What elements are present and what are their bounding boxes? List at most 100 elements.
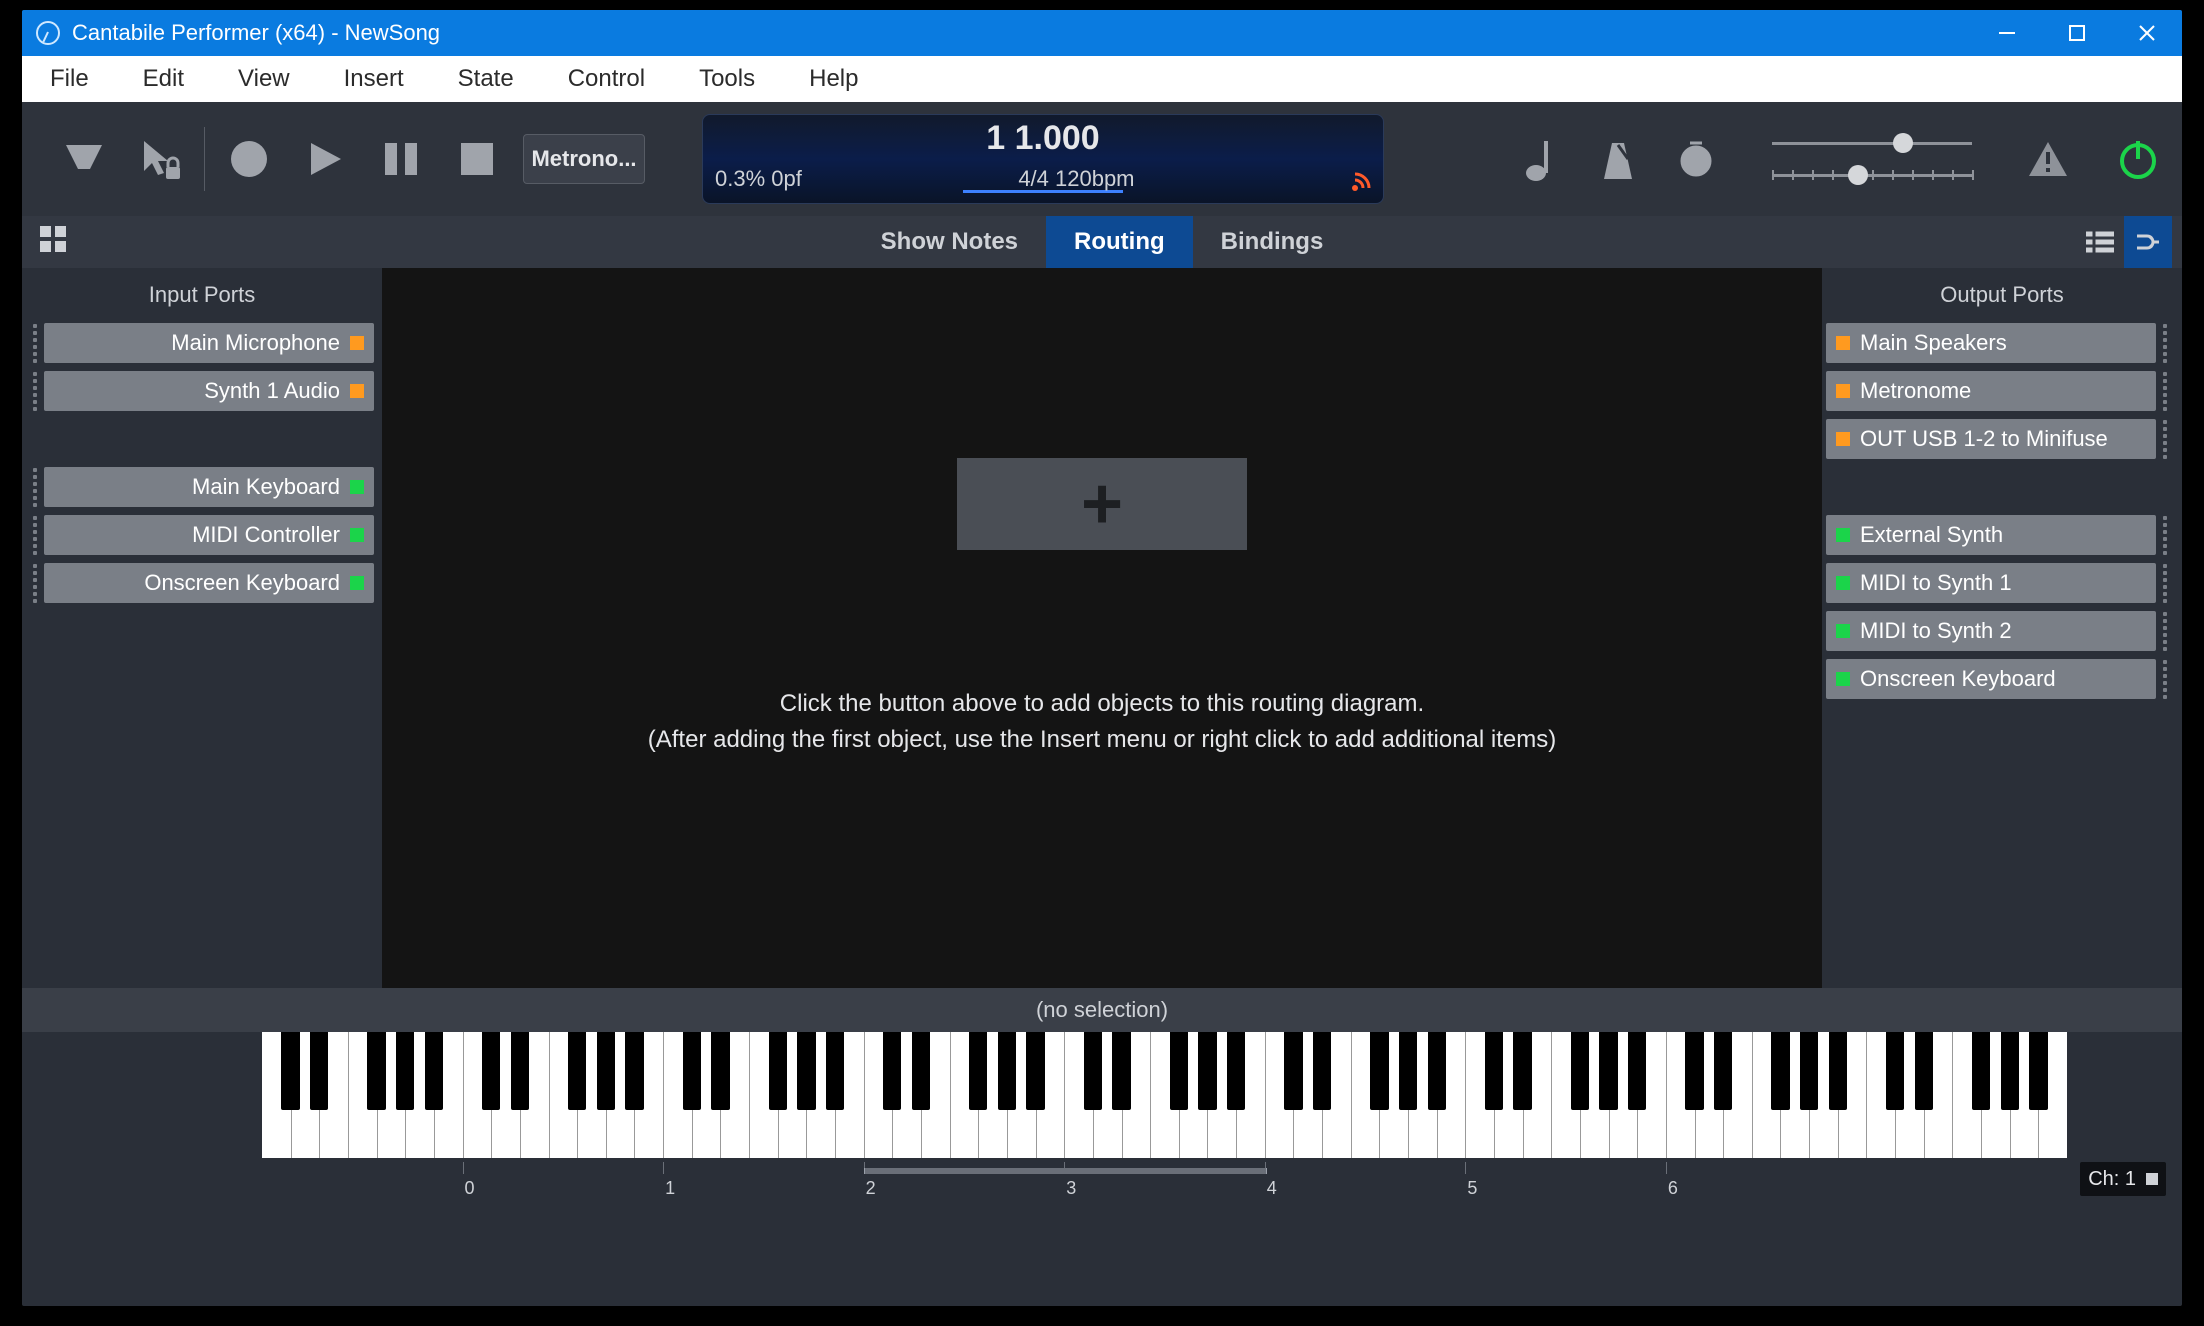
black-key[interactable]: [1771, 1032, 1789, 1110]
list-view-icon[interactable]: [2076, 216, 2124, 268]
close-button[interactable]: [2112, 10, 2182, 56]
menu-help[interactable]: Help: [809, 65, 858, 93]
menu-state[interactable]: State: [458, 65, 514, 93]
black-key[interactable]: [568, 1032, 586, 1110]
black-key[interactable]: [1084, 1032, 1102, 1110]
black-key[interactable]: [1829, 1032, 1847, 1110]
black-key[interactable]: [1284, 1032, 1302, 1110]
black-key[interactable]: [1513, 1032, 1531, 1110]
warning-icon[interactable]: [2024, 135, 2072, 183]
note-icon[interactable]: [1524, 139, 1564, 179]
port-row[interactable]: MIDI to Synth 2: [1826, 608, 2174, 654]
keyboard-range-slider[interactable]: [864, 1168, 1267, 1174]
black-key[interactable]: [1112, 1032, 1130, 1110]
black-key[interactable]: [1198, 1032, 1216, 1110]
metronome-chip[interactable]: Metrono...: [523, 134, 645, 184]
black-key[interactable]: [1714, 1032, 1732, 1110]
record-button[interactable]: [225, 135, 273, 183]
tab-routing[interactable]: Routing: [1046, 216, 1193, 268]
port-chip[interactable]: Metronome: [1826, 371, 2156, 411]
black-key[interactable]: [396, 1032, 414, 1110]
port-row[interactable]: MIDI Controller: [26, 512, 374, 558]
menu-file[interactable]: File: [50, 65, 89, 93]
minimize-button[interactable]: [1972, 10, 2042, 56]
port-chip[interactable]: OUT USB 1-2 to Minifuse: [1826, 419, 2156, 459]
port-row[interactable]: Onscreen Keyboard: [1826, 656, 2174, 702]
routing-diagram-icon[interactable]: [2124, 216, 2172, 268]
black-key[interactable]: [1485, 1032, 1503, 1110]
black-key[interactable]: [1026, 1032, 1044, 1110]
black-key[interactable]: [826, 1032, 844, 1110]
black-key[interactable]: [883, 1032, 901, 1110]
port-chip[interactable]: MIDI to Synth 2: [1826, 611, 2156, 651]
black-key[interactable]: [912, 1032, 930, 1110]
transport-status-panel[interactable]: 1 1.000 0.3% 0pf 4/4 120bpm: [702, 114, 1384, 204]
menu-view[interactable]: View: [238, 65, 290, 93]
tab-bindings[interactable]: Bindings: [1193, 216, 1352, 268]
master-volume-slider[interactable]: [1772, 132, 1972, 154]
port-row[interactable]: OUT USB 1-2 to Minifuse: [1826, 416, 2174, 462]
black-key[interactable]: [1685, 1032, 1703, 1110]
tab-show-notes[interactable]: Show Notes: [853, 216, 1046, 268]
port-row[interactable]: External Synth: [1826, 512, 2174, 558]
black-key[interactable]: [310, 1032, 328, 1110]
port-row[interactable]: Main Keyboard: [26, 464, 374, 510]
live-mode-icon[interactable]: [60, 135, 108, 183]
port-chip[interactable]: Main Keyboard: [44, 467, 374, 507]
black-key[interactable]: [1571, 1032, 1589, 1110]
pause-button[interactable]: [377, 135, 425, 183]
onscreen-keyboard[interactable]: 0123456 Ch: 1: [22, 1032, 2182, 1202]
black-key[interactable]: [2029, 1032, 2047, 1110]
black-key[interactable]: [425, 1032, 443, 1110]
routing-canvas[interactable]: + Click the button above to add objects …: [382, 268, 1822, 988]
black-key[interactable]: [1399, 1032, 1417, 1110]
black-key[interactable]: [1800, 1032, 1818, 1110]
maximize-button[interactable]: [2042, 10, 2112, 56]
black-key[interactable]: [1227, 1032, 1245, 1110]
black-key[interactable]: [625, 1032, 643, 1110]
menu-insert[interactable]: Insert: [344, 65, 404, 93]
port-chip[interactable]: Main Microphone: [44, 323, 374, 363]
metronome-icon[interactable]: [1600, 139, 1640, 179]
black-key[interactable]: [769, 1032, 787, 1110]
black-key[interactable]: [1599, 1032, 1617, 1110]
black-key[interactable]: [2001, 1032, 2019, 1110]
black-key[interactable]: [1170, 1032, 1188, 1110]
port-row[interactable]: Main Microphone: [26, 320, 374, 366]
black-key[interactable]: [597, 1032, 615, 1110]
stop-button[interactable]: [453, 135, 501, 183]
port-row[interactable]: Synth 1 Audio: [26, 368, 374, 414]
port-row[interactable]: Metronome: [1826, 368, 2174, 414]
port-row[interactable]: Main Speakers: [1826, 320, 2174, 366]
black-key[interactable]: [1313, 1032, 1331, 1110]
black-key[interactable]: [1628, 1032, 1646, 1110]
black-key[interactable]: [367, 1032, 385, 1110]
menu-tools[interactable]: Tools: [699, 65, 755, 93]
port-chip[interactable]: Onscreen Keyboard: [1826, 659, 2156, 699]
black-key[interactable]: [1915, 1032, 1933, 1110]
cursor-lock-icon[interactable]: [136, 135, 184, 183]
black-key[interactable]: [797, 1032, 815, 1110]
port-chip[interactable]: Synth 1 Audio: [44, 371, 374, 411]
black-key[interactable]: [1370, 1032, 1388, 1110]
black-key[interactable]: [1428, 1032, 1446, 1110]
port-chip[interactable]: MIDI to Synth 1: [1826, 563, 2156, 603]
port-row[interactable]: MIDI to Synth 1: [1826, 560, 2174, 606]
menu-edit[interactable]: Edit: [143, 65, 184, 93]
port-chip[interactable]: MIDI Controller: [44, 515, 374, 555]
black-key[interactable]: [998, 1032, 1016, 1110]
port-chip[interactable]: Main Speakers: [1826, 323, 2156, 363]
black-key[interactable]: [1972, 1032, 1990, 1110]
port-row[interactable]: Onscreen Keyboard: [26, 560, 374, 606]
master-gain-slider[interactable]: [1772, 164, 1972, 186]
black-key[interactable]: [683, 1032, 701, 1110]
black-key[interactable]: [1886, 1032, 1904, 1110]
midi-channel-indicator[interactable]: Ch: 1: [2080, 1162, 2166, 1196]
black-key[interactable]: [711, 1032, 729, 1110]
black-key[interactable]: [281, 1032, 299, 1110]
add-object-button[interactable]: +: [957, 458, 1247, 550]
black-key[interactable]: [482, 1032, 500, 1110]
port-chip[interactable]: External Synth: [1826, 515, 2156, 555]
port-chip[interactable]: Onscreen Keyboard: [44, 563, 374, 603]
black-key[interactable]: [969, 1032, 987, 1110]
